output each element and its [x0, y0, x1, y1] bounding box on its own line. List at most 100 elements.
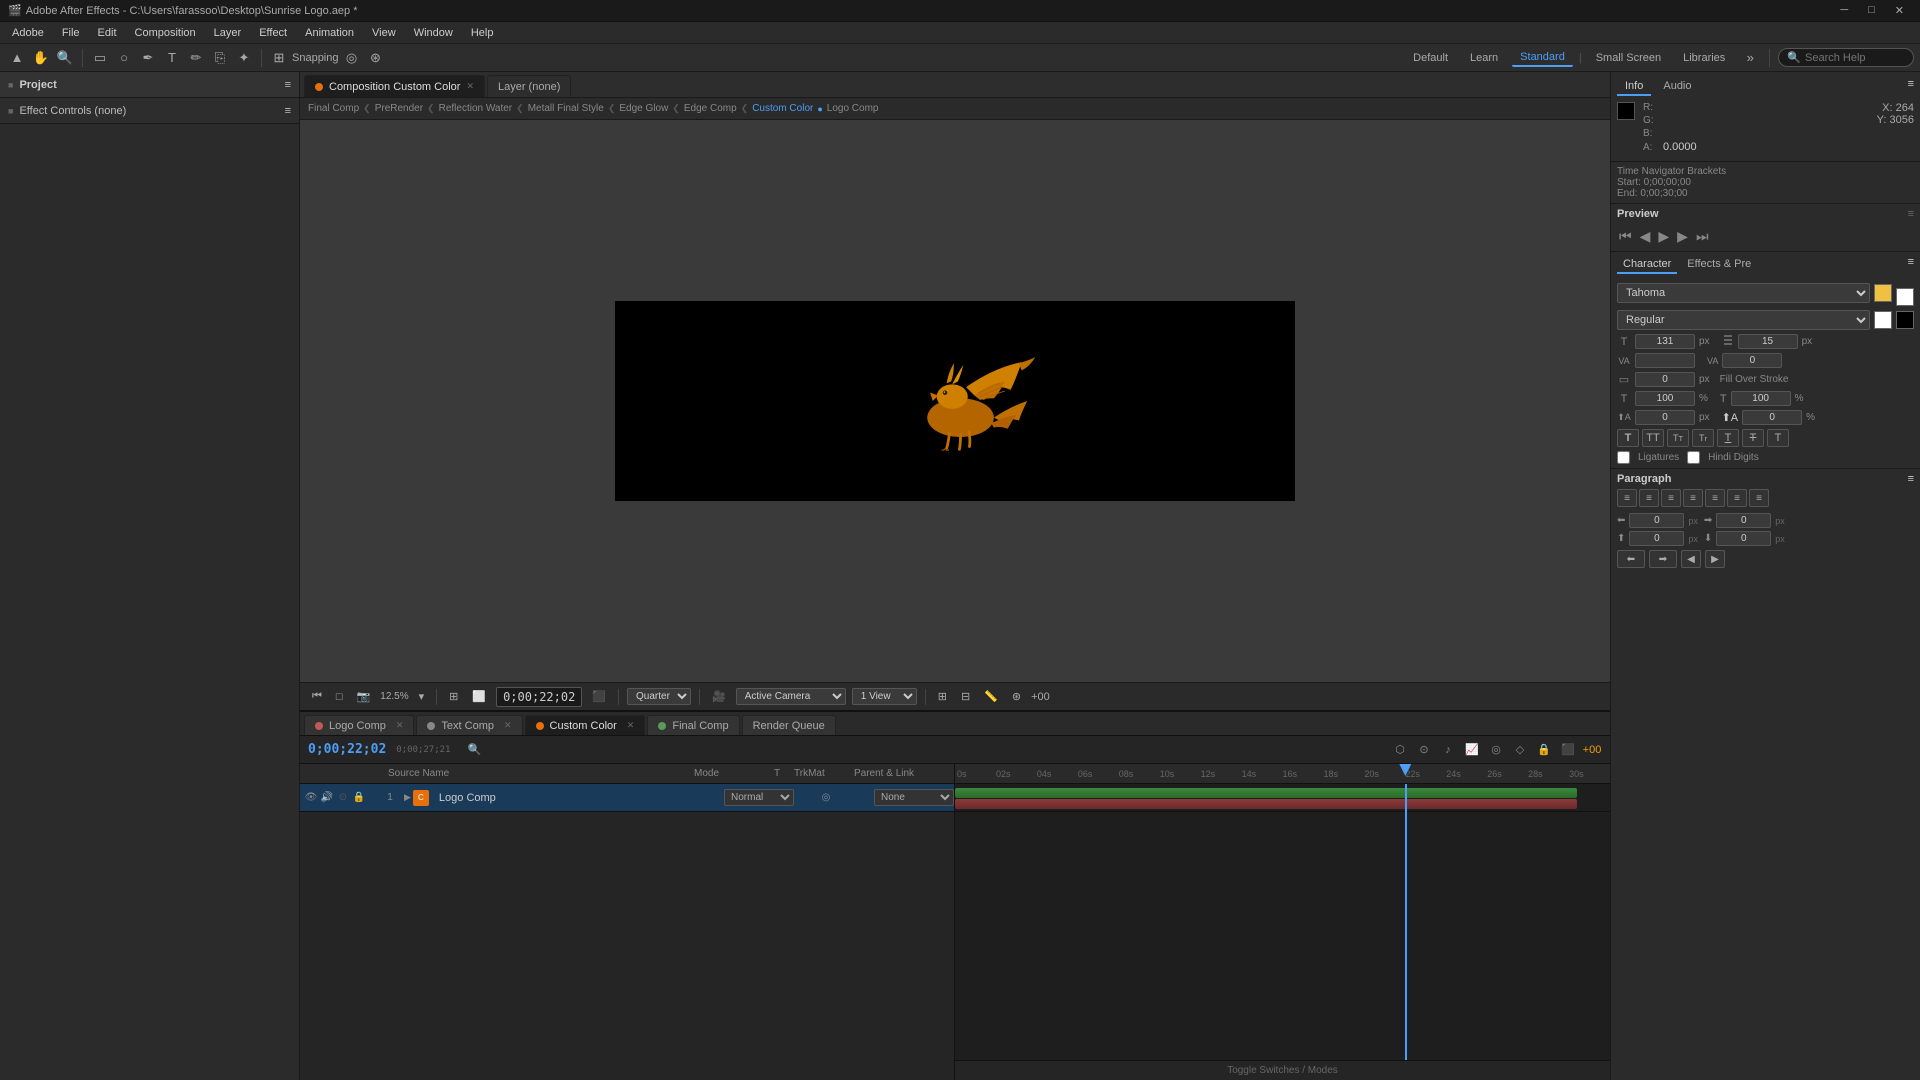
menu-effect[interactable]: Effect [251, 25, 295, 41]
char-fill-swatch[interactable] [1874, 284, 1892, 302]
maximize-btn[interactable]: □ [1864, 4, 1879, 17]
vc-rulers[interactable]: 📏 [980, 688, 1002, 705]
char-leading-input[interactable] [1738, 334, 1798, 349]
tl-solo-mode[interactable]: ⊙ [1414, 740, 1434, 760]
layer-parent-select[interactable]: None [874, 789, 954, 806]
layer-lock-btn[interactable]: 🔒 [352, 791, 366, 805]
preview-prev-frame[interactable]: ◀ [1638, 226, 1653, 247]
char-baseline-input[interactable] [1635, 410, 1695, 425]
breadcrumb-custom-color[interactable]: Custom Color ● [752, 103, 823, 114]
tl-tab-close-custom-color[interactable]: ✕ [627, 720, 635, 731]
workspace-default[interactable]: Default [1405, 50, 1456, 66]
breadcrumb-final-comp[interactable]: Final Comp ❮ [308, 103, 371, 114]
preview-first-frame[interactable]: ⏮ [1617, 226, 1634, 247]
layer-audio-btn[interactable]: 🔊 [320, 791, 334, 805]
tl-tab-custom-color[interactable]: Custom Color ✕ [525, 715, 646, 735]
tl-tab-close-logo-comp[interactable]: ✕ [396, 720, 404, 731]
info-tab-info[interactable]: Info [1617, 78, 1651, 96]
tl-current-time[interactable]: 0;00;22;02 [308, 742, 386, 757]
para-space-before-input[interactable] [1629, 531, 1684, 546]
paint-tool[interactable]: ✏ [185, 47, 207, 69]
char-scale-v-input[interactable] [1731, 391, 1791, 406]
menu-edit[interactable]: Edit [90, 25, 125, 41]
vc-quality-select[interactable]: Quarter Half Full [627, 688, 691, 705]
tl-tab-final-comp[interactable]: Final Comp [647, 715, 739, 735]
vc-grid-icon[interactable]: ⊞ [445, 688, 462, 705]
vc-snapshot[interactable]: 📷 [353, 688, 375, 705]
info-panel-menu[interactable]: ≡ [1908, 78, 1914, 96]
char-ligatures-check[interactable] [1617, 451, 1630, 464]
preview-panel-menu[interactable]: ≡ [1908, 208, 1914, 220]
tl-lock[interactable]: 🔒 [1534, 740, 1554, 760]
char-fmt-strikethrough[interactable]: T [1742, 429, 1764, 447]
effect-controls-menu[interactable]: ≡ [285, 105, 291, 117]
para-play-right[interactable]: ▶ [1705, 550, 1725, 568]
char-fmt-rotate[interactable]: T [1767, 429, 1789, 447]
char-tab-character[interactable]: Character [1617, 256, 1677, 274]
vc-color-manage[interactable]: ⬛ [588, 688, 610, 705]
tl-mute[interactable]: ♪ [1438, 740, 1458, 760]
ellipse-tool[interactable]: ○ [113, 47, 135, 69]
text-tool[interactable]: T [161, 47, 183, 69]
vc-timecode[interactable]: 0;00;22;02 [496, 687, 582, 707]
para-align-center[interactable]: ≡ [1639, 489, 1659, 507]
comp-tab-close-custom-color[interactable]: ✕ [466, 81, 474, 92]
arrow-tool[interactable]: ▲ [6, 47, 28, 69]
para-space-after-input[interactable] [1716, 531, 1771, 546]
char-stroke-input[interactable] [1635, 372, 1695, 387]
preview-next-frame[interactable]: ▶ [1675, 226, 1690, 247]
layer-trkmat-btn[interactable]: ◎ [818, 788, 834, 808]
workspace-small-screen[interactable]: Small Screen [1588, 50, 1669, 66]
tl-markers[interactable]: ◇ [1510, 740, 1530, 760]
tl-motion-blur[interactable]: ◎ [1486, 740, 1506, 760]
toggle-modes-bar[interactable]: Toggle Switches / Modes [955, 1060, 1610, 1080]
vc-first-frame[interactable]: ⏮ [308, 688, 326, 705]
vc-preview-mode[interactable]: □ [332, 689, 347, 705]
breadcrumb-prerender[interactable]: PreRender ❮ [375, 103, 435, 114]
tl-collapse-expand[interactable]: ⬡ [1390, 740, 1410, 760]
tl-fps[interactable]: +00 [1582, 740, 1602, 760]
char-font-size-input[interactable] [1635, 334, 1695, 349]
vc-guides[interactable]: ⊟ [957, 688, 974, 705]
tl-tab-logo-comp[interactable]: Logo Comp ✕ [304, 715, 414, 735]
char-fmt-superscript[interactable]: TT [1667, 429, 1689, 447]
para-snap-right[interactable]: ➡ [1649, 550, 1677, 568]
tl-switches[interactable]: ⬛ [1558, 740, 1578, 760]
layer-mode-select[interactable]: Normal Multiply Screen Add [724, 789, 794, 806]
tl-search-layers[interactable]: 🔍 [464, 740, 484, 760]
breadcrumb-edge-comp[interactable]: Edge Comp ❮ [684, 103, 748, 114]
para-play-left[interactable]: ◀ [1681, 550, 1701, 568]
tl-graph[interactable]: 📈 [1462, 740, 1482, 760]
expand-arrow[interactable]: ▶ [404, 792, 411, 803]
clone-tool[interactable]: ⎘ [209, 47, 231, 69]
char-fmt-all-caps[interactable]: T [1617, 429, 1639, 447]
comp-tab-custom-color[interactable]: Composition Custom Color ✕ [304, 75, 485, 97]
comp-tab-layer[interactable]: Layer (none) [487, 75, 571, 97]
menu-view[interactable]: View [364, 25, 404, 41]
breadcrumb-metall[interactable]: Metall Final Style ❮ [528, 103, 616, 114]
char-hindi-check[interactable] [1687, 451, 1700, 464]
snap-options[interactable]: ◎ [341, 47, 363, 69]
preview-last-frame[interactable]: ⏭ [1694, 226, 1711, 247]
para-snap-left[interactable]: ⬅ [1617, 550, 1645, 568]
menu-composition[interactable]: Composition [127, 25, 204, 41]
menu-adobe[interactable]: Adobe [4, 25, 52, 41]
char-black-swatch[interactable] [1896, 311, 1914, 329]
para-justify-all[interactable]: ≡ [1749, 489, 1769, 507]
vc-grid-lines[interactable]: ⊞ [934, 688, 951, 705]
char-kerning-input[interactable] [1635, 353, 1695, 368]
para-left-margin-input[interactable] [1629, 513, 1684, 528]
preview-play[interactable]: ▶ [1656, 226, 1671, 247]
char-fmt-small-caps[interactable]: TT [1642, 429, 1664, 447]
zoom-tool[interactable]: 🔍 [54, 47, 76, 69]
project-panel-close[interactable]: ■ [8, 80, 13, 90]
vc-3d-mode[interactable]: ⊛ [1008, 688, 1025, 705]
char-style-select[interactable]: Regular Bold Italic [1617, 310, 1870, 330]
char-font-select[interactable]: Tahoma [1617, 283, 1870, 303]
para-justify-left[interactable]: ≡ [1683, 489, 1703, 507]
workspace-libraries[interactable]: Libraries [1675, 50, 1733, 66]
workspace-learn[interactable]: Learn [1462, 50, 1506, 66]
char-tsukimi-input[interactable] [1742, 410, 1802, 425]
menu-layer[interactable]: Layer [206, 25, 250, 41]
vc-view-select[interactable]: 1 View 2 Views [852, 688, 917, 705]
